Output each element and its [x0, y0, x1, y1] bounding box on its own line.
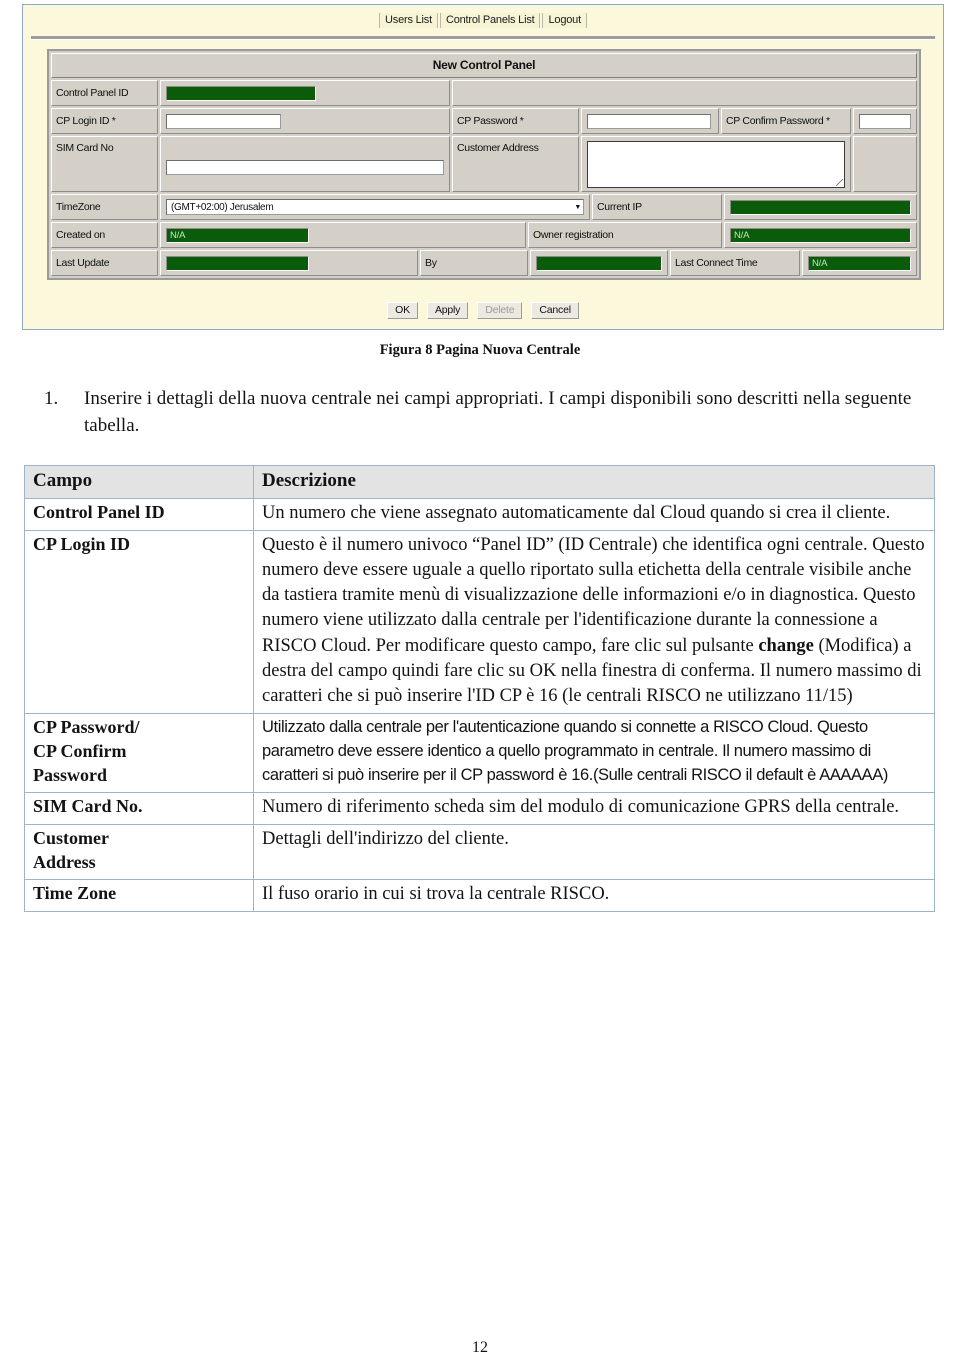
- panel-title: New Control Panel: [51, 53, 917, 78]
- row-desc-cp-password: Utilizzato dalla centrale per l'autentic…: [253, 713, 935, 793]
- field-by: [530, 250, 668, 276]
- value-owner-registration: N/A: [730, 227, 911, 243]
- row-field-cp-password: CP Password/ CP Confirm Password: [24, 713, 254, 793]
- cp-password-label-line2: CP Confirm: [33, 741, 127, 762]
- field-description-table: Campo Descrizione Control Panel ID Un nu…: [24, 465, 935, 913]
- label-sim-card-no: SIM Card No: [51, 136, 158, 192]
- figure-caption: Figura 8 Pagina Nuova Centrale: [379, 342, 581, 358]
- field-cp-password[interactable]: [581, 108, 719, 134]
- field-last-connect-time: N/A: [802, 250, 917, 276]
- row-field-cp-login-id: CP Login ID: [24, 529, 254, 715]
- row-sim-address: SIM Card No Customer Address: [51, 136, 917, 192]
- value-by: [536, 255, 662, 271]
- table-row: SIM Card No. Numero di riferimento sched…: [24, 791, 935, 826]
- screenshot-nav-bar: Users List Control Panels List Logout: [23, 5, 943, 34]
- delete-button: Delete: [477, 302, 523, 319]
- table-row: Control Panel ID Un numero che viene ass…: [24, 497, 935, 531]
- field-created-on: N/A: [160, 222, 526, 248]
- value-control-panel-id: [166, 85, 316, 101]
- row-field-customer-address: Customer Address: [24, 824, 254, 880]
- spacer-sim-address: [853, 136, 917, 192]
- row-desc-customer-address: Dettagli dell'indirizzo del cliente.: [253, 824, 935, 880]
- timezone-selected-value: (GMT+02:00) Jerusalem: [171, 201, 274, 213]
- label-cp-password: CP Password *: [452, 108, 579, 134]
- row-desc-cp-login-id: Questo è il numero univoco “Panel ID” (I…: [253, 529, 935, 715]
- label-timezone: TimeZone: [51, 194, 158, 220]
- cp-password-label-line1: CP Password/: [33, 717, 140, 738]
- nav-divider: [31, 36, 935, 40]
- input-sim-card-no[interactable]: [166, 159, 444, 175]
- textarea-customer-address[interactable]: [587, 141, 845, 188]
- row-field-time-zone: Time Zone: [24, 878, 254, 913]
- chevron-down-icon: ▼: [574, 203, 581, 211]
- row-field-control-panel-id: Control Panel ID: [24, 497, 254, 531]
- input-cp-login-id[interactable]: [166, 113, 281, 129]
- label-cp-confirm-password: CP Confirm Password *: [721, 108, 851, 134]
- field-current-ip: [724, 194, 917, 220]
- cp-password-label-line3: Password: [33, 764, 108, 785]
- label-customer-address: Customer Address: [452, 136, 579, 192]
- row-last-update: Last Update By Last Connect Time N/A: [51, 250, 917, 276]
- spacer-control-panel-id: [452, 80, 917, 106]
- customer-address-label-line1: Customer: [33, 828, 109, 849]
- field-timezone[interactable]: (GMT+02:00) Jerusalem ▼: [160, 194, 590, 220]
- row-control-panel-id: Control Panel ID: [51, 80, 917, 106]
- row-timezone: TimeZone (GMT+02:00) Jerusalem ▼ Current…: [51, 194, 917, 220]
- field-last-update: [160, 250, 418, 276]
- row-desc-control-panel-id: Un numero che viene assegnato automatica…: [253, 497, 935, 531]
- nav-logout[interactable]: Logout: [542, 13, 587, 28]
- field-owner-registration: N/A: [724, 222, 917, 248]
- label-last-update: Last Update: [51, 250, 158, 276]
- table-row: Customer Address Dettagli dell'indirizzo…: [24, 824, 935, 880]
- value-created-on: N/A: [166, 227, 309, 243]
- row-desc-sim-card-no: Numero di riferimento scheda sim del mod…: [253, 791, 935, 826]
- row-created-owner: Created on N/A Owner registration N/A: [51, 222, 917, 248]
- ok-button[interactable]: OK: [387, 302, 418, 319]
- label-current-ip: Current IP: [592, 194, 722, 220]
- screenshot-figure: Users List Control Panels List Logout Ne…: [22, 4, 944, 330]
- header-descrizione: Descrizione: [253, 465, 935, 499]
- label-last-connect-time: Last Connect Time: [670, 250, 800, 276]
- row-desc-time-zone: Il fuso orario in cui si trova la centra…: [253, 878, 935, 913]
- label-created-on: Created on: [51, 222, 158, 248]
- step-1: 1. Inserire i dettagli della nuova centr…: [44, 386, 924, 440]
- new-control-panel-form: New Control Panel Control Panel ID CP Lo…: [47, 49, 921, 280]
- page-number: 12: [472, 1339, 488, 1356]
- nav-users-list[interactable]: Users List: [379, 13, 438, 28]
- step-text: Inserire i dettagli della nuova centrale…: [84, 388, 912, 436]
- cancel-button[interactable]: Cancel: [531, 302, 579, 319]
- row-field-sim-card-no: SIM Card No.: [24, 791, 254, 826]
- select-timezone[interactable]: (GMT+02:00) Jerusalem ▼: [166, 199, 584, 215]
- field-customer-address[interactable]: [581, 136, 851, 192]
- value-last-update: [166, 255, 309, 271]
- table-row: CP Password/ CP Confirm Password Utilizz…: [24, 713, 935, 793]
- row-credentials: CP Login ID * CP Password * CP Confirm P…: [51, 108, 917, 134]
- label-owner-registration: Owner registration: [528, 222, 722, 248]
- step-number: 1.: [44, 388, 59, 409]
- field-cp-confirm-password[interactable]: [853, 108, 917, 134]
- customer-address-label-line2: Address: [33, 851, 96, 872]
- field-control-panel-id: [160, 80, 450, 106]
- header-campo: Campo: [24, 465, 254, 499]
- cp-login-desc-bold: change: [758, 635, 814, 656]
- form-action-buttons: OK Apply Delete Cancel: [23, 302, 943, 319]
- label-cp-login-id: CP Login ID *: [51, 108, 158, 134]
- field-sim-card-no[interactable]: [160, 136, 450, 192]
- label-control-panel-id: Control Panel ID: [51, 80, 158, 106]
- field-cp-login-id[interactable]: [160, 108, 450, 134]
- nav-control-panels-list[interactable]: Control Panels List: [439, 13, 541, 28]
- table-row: CP Login ID Questo è il numero univoco “…: [24, 529, 935, 715]
- table-row: Time Zone Il fuso orario in cui si trova…: [24, 878, 935, 913]
- input-cp-confirm-password[interactable]: [859, 113, 911, 129]
- value-last-connect-time: N/A: [808, 255, 911, 271]
- table-header-row: Campo Descrizione: [24, 465, 935, 499]
- label-by: By: [420, 250, 528, 276]
- value-current-ip: [730, 199, 911, 215]
- apply-button[interactable]: Apply: [426, 302, 469, 319]
- input-cp-password[interactable]: [587, 113, 711, 129]
